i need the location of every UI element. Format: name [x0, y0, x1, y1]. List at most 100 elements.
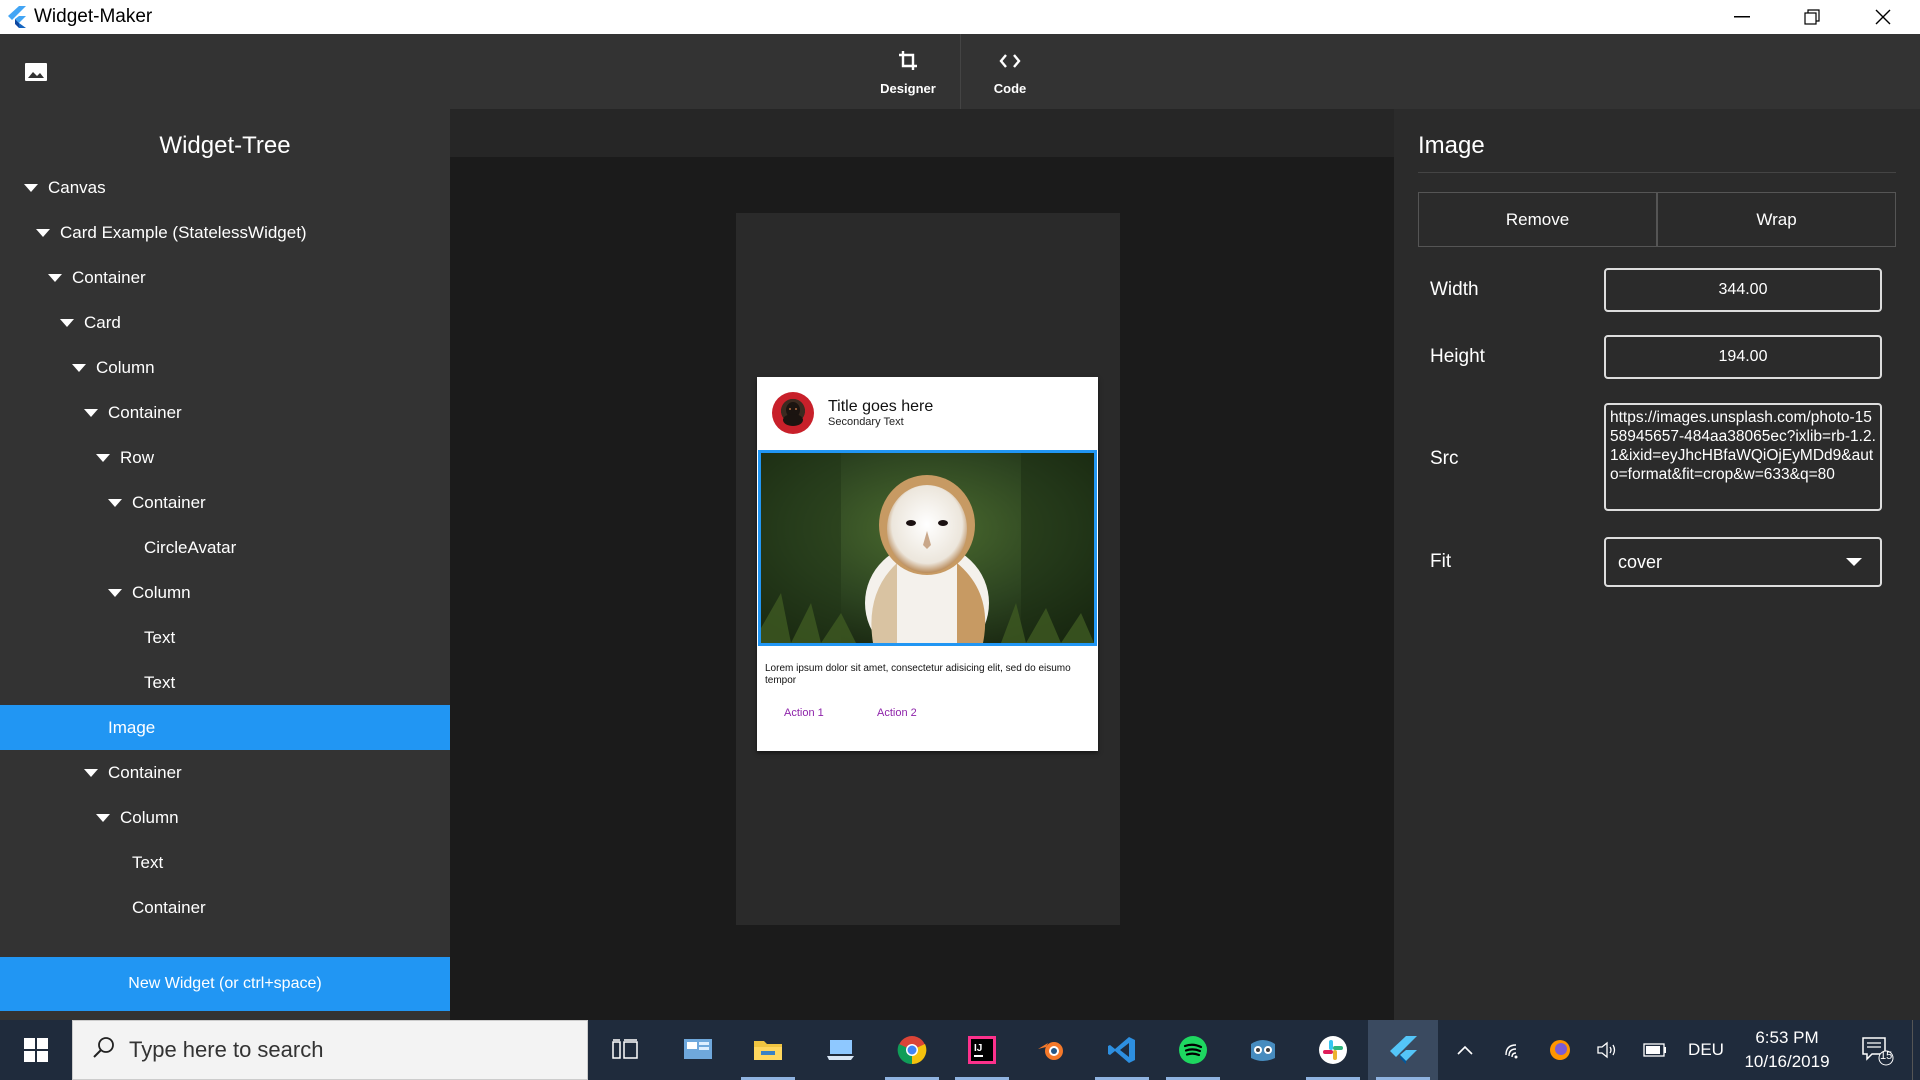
tree-item[interactable]: Column — [0, 570, 450, 615]
tree-item[interactable]: Row — [0, 435, 450, 480]
height-field[interactable]: 194.00 — [1604, 335, 1882, 379]
expand-triangle-icon[interactable] — [72, 363, 86, 372]
tree-item-label: Canvas — [48, 177, 106, 197]
card-subtitle[interactable]: Secondary Text — [828, 416, 933, 428]
show-desktop-button[interactable] — [1912, 1020, 1913, 1080]
fit-select[interactable]: cover — [1604, 537, 1882, 587]
width-field[interactable]: 344.00 — [1604, 268, 1882, 312]
tree-item[interactable]: Image — [0, 705, 450, 750]
widget-maker-taskbar-icon[interactable] — [1368, 1020, 1438, 1080]
tree-item[interactable]: Card — [0, 300, 450, 345]
wifi-icon[interactable] — [1500, 1020, 1530, 1080]
tree-item[interactable]: Canvas — [0, 165, 450, 210]
image-icon[interactable] — [22, 61, 50, 83]
avatar[interactable] — [772, 392, 814, 434]
action-1-button[interactable]: Action 1 — [784, 707, 850, 719]
properties-title: Image — [1418, 132, 1485, 159]
expand-triangle-icon[interactable] — [84, 768, 98, 777]
expand-triangle-icon[interactable] — [48, 273, 62, 282]
canvas-area: Title goes here Secondary Text Lorem ips… — [450, 109, 1394, 1020]
tree-item-label: Column — [96, 357, 155, 377]
godot-icon[interactable] — [1228, 1020, 1298, 1080]
tree-item[interactable]: Card Example (StatelessWidget) — [0, 210, 450, 255]
clock[interactable]: 6:53 PM 10/16/2019 — [1732, 1026, 1842, 1074]
notification-center-button[interactable]: 15 — [1852, 1020, 1902, 1080]
wrap-button[interactable]: Wrap — [1657, 192, 1896, 247]
card-header: Title goes here Secondary Text — [757, 377, 1098, 449]
tree-item-label: Container — [132, 492, 206, 512]
tree-item[interactable]: Text — [0, 660, 450, 705]
blender-icon[interactable] — [1017, 1020, 1087, 1080]
windows-start-button[interactable] — [0, 1020, 72, 1080]
svg-text:IJ: IJ — [974, 1043, 982, 1054]
tab-designer-label: Designer — [880, 81, 936, 96]
intellij-icon[interactable]: IJ — [947, 1020, 1017, 1080]
chrome-icon[interactable] — [877, 1020, 947, 1080]
tree-item[interactable]: Text — [0, 840, 450, 885]
tab-code[interactable]: Code — [960, 34, 1060, 109]
properties-panel: Image Remove Wrap Width 344.00 Height 19… — [1394, 109, 1920, 1020]
device-preview: Title goes here Secondary Text Lorem ips… — [736, 213, 1120, 925]
tree-item[interactable]: Text — [0, 615, 450, 660]
window-title: Widget-Maker — [34, 6, 153, 27]
expand-triangle-icon[interactable] — [108, 498, 122, 507]
code-icon — [999, 47, 1021, 75]
tree-item[interactable]: CircleAvatar — [0, 525, 450, 570]
tree-item[interactable]: Column — [0, 795, 450, 840]
expand-triangle-icon[interactable] — [36, 228, 50, 237]
tab-code-label: Code — [993, 81, 1027, 96]
control-panel-icon[interactable] — [663, 1020, 733, 1080]
chevron-up-icon[interactable] — [1450, 1020, 1480, 1080]
new-widget-button[interactable]: New Widget (or ctrl+space) — [0, 957, 450, 1011]
tree-item-label: Card Example (StatelessWidget) — [60, 222, 307, 242]
width-label: Width — [1430, 279, 1479, 300]
tree-item-label: Column — [120, 807, 179, 827]
expand-triangle-icon[interactable] — [24, 183, 38, 192]
fit-select-value: cover — [1618, 551, 1663, 572]
card-title[interactable]: Title goes here — [828, 398, 933, 416]
slack-icon[interactable] — [1298, 1020, 1368, 1080]
spotify-icon[interactable] — [1158, 1020, 1228, 1080]
battery-icon[interactable] — [1640, 1020, 1670, 1080]
vscode-icon[interactable] — [1087, 1020, 1157, 1080]
search-icon — [93, 1036, 115, 1064]
widget-tree-panel: Widget-Tree Canvas Card Example (Stateles… — [0, 109, 450, 1020]
expand-triangle-icon[interactable] — [96, 813, 110, 822]
remove-button[interactable]: Remove — [1418, 192, 1657, 247]
search-placeholder: Type here to search — [129, 1037, 324, 1062]
tree-item[interactable]: Container — [0, 390, 450, 435]
firefox-tray-icon[interactable] — [1545, 1020, 1575, 1080]
owl-image[interactable] — [758, 450, 1097, 646]
tree-item[interactable]: Container — [0, 480, 450, 525]
fit-label: Fit — [1430, 551, 1452, 572]
expand-triangle-icon[interactable] — [96, 453, 110, 462]
preview-card[interactable]: Title goes here Secondary Text Lorem ips… — [757, 377, 1098, 751]
tree-item[interactable]: Container — [0, 885, 450, 930]
action-2-button[interactable]: Action 2 — [877, 707, 943, 719]
card-body-text[interactable]: Lorem ipsum dolor sit amet, consectetur … — [765, 663, 1090, 687]
title-bar: Widget-Maker — [0, 0, 1920, 34]
file-explorer-icon[interactable] — [733, 1020, 803, 1080]
src-field[interactable]: https://images.unsplash.com/photo-155894… — [1604, 403, 1882, 511]
expand-triangle-icon[interactable] — [60, 318, 74, 327]
tree-item[interactable]: Column — [0, 345, 450, 390]
tree-item[interactable]: Container — [0, 255, 450, 300]
tab-designer[interactable]: Designer — [858, 34, 958, 109]
taskbar-search[interactable]: Type here to search — [72, 1020, 588, 1080]
minimize-button[interactable] — [1707, 0, 1777, 34]
tree-item[interactable]: Container — [0, 750, 450, 795]
canvas-top-strip — [450, 109, 1394, 157]
chevron-down-icon — [1846, 558, 1862, 566]
tree-item-label: CircleAvatar — [144, 537, 237, 557]
restore-button[interactable] — [1777, 0, 1847, 34]
crop-icon — [898, 47, 918, 75]
task-view-icon[interactable] — [590, 1020, 660, 1080]
expand-triangle-icon[interactable] — [108, 588, 122, 597]
language-indicator[interactable]: DEU — [1685, 1020, 1727, 1080]
close-button[interactable] — [1848, 0, 1918, 34]
volume-icon[interactable] — [1592, 1020, 1622, 1080]
tree-item-label: Container — [72, 267, 146, 287]
expand-triangle-icon[interactable] — [84, 408, 98, 417]
tree-item-label: Container — [108, 762, 182, 782]
this-pc-icon[interactable] — [805, 1020, 875, 1080]
